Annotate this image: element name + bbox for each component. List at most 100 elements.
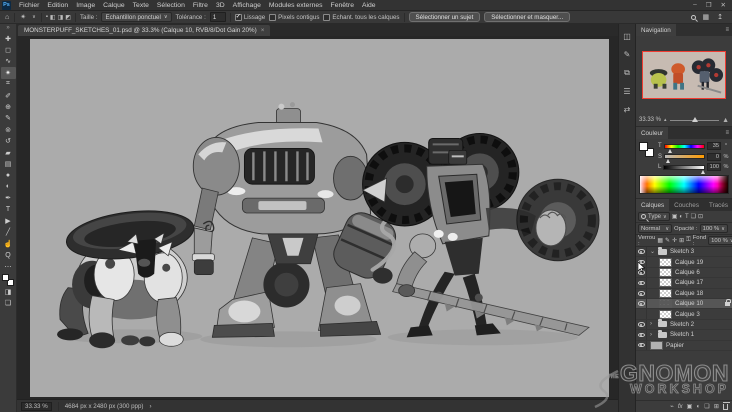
filter-pixel-icon[interactable]: ▣	[672, 213, 678, 220]
intersect-selection-mode-icon[interactable]: ◩	[65, 14, 71, 21]
blur-tool[interactable]: ●	[1, 170, 16, 181]
tab-navigation[interactable]: Navigation	[636, 24, 676, 36]
saturation-slider[interactable]	[664, 154, 705, 163]
menu-3d[interactable]: 3D	[212, 2, 229, 9]
lock-artboard-icon[interactable]: ⊞	[679, 237, 684, 244]
visibility-toggle[interactable]	[636, 247, 647, 257]
chevron-down-icon[interactable]: ⌄	[650, 248, 655, 255]
filter-smart-object-icon[interactable]: ⊡	[698, 213, 703, 220]
adjustments-panel-icon[interactable]: ⇄	[624, 105, 631, 114]
edit-toolbar-button[interactable]: ⋯	[1, 261, 16, 272]
foreground-color-swatch[interactable]	[2, 274, 9, 282]
lissage-checkbox[interactable]: ✓ Lissage	[234, 13, 265, 21]
panel-menu-icon[interactable]: ≡	[725, 27, 732, 33]
new-layer-icon[interactable]: ⊞	[714, 403, 719, 410]
opacity-dropdown[interactable]: 100 % ∨	[699, 224, 728, 233]
share-icon[interactable]: ↥	[716, 13, 724, 22]
eraser-tool[interactable]: ▰	[1, 147, 16, 158]
restore-button[interactable]: ❐	[706, 1, 712, 9]
visibility-toggle[interactable]	[636, 278, 647, 288]
add-mask-icon[interactable]: ▣	[687, 403, 693, 410]
marquee-tool[interactable]: ◻	[1, 44, 16, 55]
zoom-in-icon[interactable]: ▲	[722, 117, 729, 124]
layer-row-calque-3-hidden[interactable]: Calque 3	[636, 309, 732, 320]
fill-dropdown[interactable]: 100 % ∨	[708, 236, 732, 245]
layer-style-fx-icon[interactable]: fx	[678, 403, 683, 410]
filter-type-icon[interactable]: T	[685, 214, 689, 220]
layer-row-sketch-2[interactable]: › Sketch 2	[636, 319, 732, 331]
panel-menu-icon[interactable]: ≡	[725, 130, 732, 136]
tolerance-input[interactable]: 1	[209, 12, 226, 22]
menu-affichage[interactable]: Affichage	[229, 2, 265, 9]
pen-tool[interactable]: ✒	[1, 192, 16, 203]
navigator-preview[interactable]	[642, 51, 726, 99]
menu-aide[interactable]: Aide	[358, 2, 380, 9]
layer-row-sketch-3[interactable]: ⌄ Sketch 3	[636, 247, 732, 258]
menu-texte[interactable]: Texte	[129, 2, 153, 9]
eyedropper-tool[interactable]: ✐	[1, 90, 16, 101]
layer-row-papier[interactable]: Papier	[636, 340, 732, 351]
close-tab-icon[interactable]: ×	[261, 27, 265, 34]
menu-edition[interactable]: Edition	[43, 2, 72, 9]
pixels-contigus-checkbox[interactable]: Pixels contigus	[269, 13, 319, 21]
lock-paint-icon[interactable]: ✎	[665, 237, 670, 244]
hue-value[interactable]: 35	[707, 142, 721, 150]
menu-image[interactable]: Image	[72, 2, 99, 9]
hand-tool[interactable]: ☝	[1, 238, 16, 249]
chevron-right-icon[interactable]: ›	[650, 332, 655, 338]
new-group-icon[interactable]: ❏	[704, 403, 710, 410]
document-canvas[interactable]	[30, 39, 609, 397]
color-swatches[interactable]	[2, 274, 14, 287]
toolbar-collapse-icon[interactable]: »	[6, 25, 9, 33]
foreground-color-swatch[interactable]	[639, 142, 648, 151]
layer-row-calque-6[interactable]: Calque 6	[636, 267, 732, 279]
close-button[interactable]: ✕	[721, 1, 726, 9]
adjustment-layer-icon[interactable]: ◐	[697, 403, 701, 410]
layer-row-calque-17[interactable]: Calque 17	[636, 278, 732, 289]
lock-all-icon[interactable]: ⚿	[686, 237, 691, 244]
chevron-right-icon[interactable]: ›	[650, 321, 655, 327]
tab-calques[interactable]: Calques	[636, 199, 670, 211]
status-chevron-icon[interactable]: ›	[150, 403, 152, 410]
layer-row-calque-10-selected[interactable]: Calque 10	[636, 298, 732, 310]
layer-row-calque-19[interactable]: Calque 19	[636, 257, 732, 268]
healing-brush-tool[interactable]: ⊕	[1, 101, 16, 112]
new-selection-mode-icon[interactable]: ▪	[46, 14, 48, 21]
character-panel-icon[interactable]: ☰	[623, 87, 630, 96]
subtract-selection-mode-icon[interactable]: ◨	[58, 14, 64, 21]
move-tool[interactable]: ✚	[1, 33, 16, 44]
layer-filter-dropdown[interactable]: Type ∨	[638, 212, 670, 221]
menu-fichier[interactable]: Fichier	[15, 2, 43, 9]
minimize-button[interactable]: –	[693, 1, 697, 9]
search-icon[interactable]	[690, 14, 696, 20]
add-selection-mode-icon[interactable]: ◧	[50, 14, 56, 21]
lightness-value[interactable]: 100	[707, 163, 721, 171]
gradient-tool[interactable]: ▤	[1, 158, 16, 169]
delete-layer-icon[interactable]	[722, 401, 730, 410]
echant-tous-calques-checkbox[interactable]: Echant. tous les calques	[323, 13, 400, 21]
visibility-toggle[interactable]	[636, 319, 647, 330]
menu-calque[interactable]: Calque	[99, 2, 129, 9]
visibility-toggle[interactable]	[636, 309, 647, 319]
sample-size-dropdown[interactable]: Echantillon ponctuel ∨	[101, 12, 172, 22]
clone-source-panel-icon[interactable]: ⧉	[624, 68, 630, 78]
magic-wand-tool[interactable]: ✴	[0, 67, 16, 79]
visibility-toggle[interactable]	[636, 340, 647, 350]
document-tab[interactable]: MONSTERPUFF_SKETCHES_01.psd @ 33.3% (Cal…	[18, 25, 271, 36]
type-tool[interactable]: T	[1, 204, 16, 215]
saturation-value[interactable]: 0	[707, 152, 721, 161]
tool-preset-wand-icon[interactable]: ✴	[19, 13, 27, 22]
chevron-down-icon[interactable]: ∨	[31, 13, 37, 22]
properties-panel-icon[interactable]: ◫	[623, 32, 631, 41]
slider-thumb[interactable]	[692, 116, 699, 122]
shape-tool[interactable]: ╱	[1, 227, 16, 238]
crop-tool[interactable]: ⌗	[1, 79, 16, 90]
workspace-icon[interactable]: ▦	[702, 13, 711, 22]
menu-modules-externes[interactable]: Modules externes	[265, 2, 327, 9]
panel-color-swatches[interactable]	[639, 142, 654, 157]
brush-tool[interactable]: ✎	[1, 113, 16, 124]
tab-traces[interactable]: Tracés	[704, 199, 732, 211]
tab-couleur[interactable]: Couleur	[636, 127, 669, 139]
status-zoom-field[interactable]: 33.33 %	[21, 401, 52, 411]
menu-selection[interactable]: Sélection	[153, 2, 189, 9]
